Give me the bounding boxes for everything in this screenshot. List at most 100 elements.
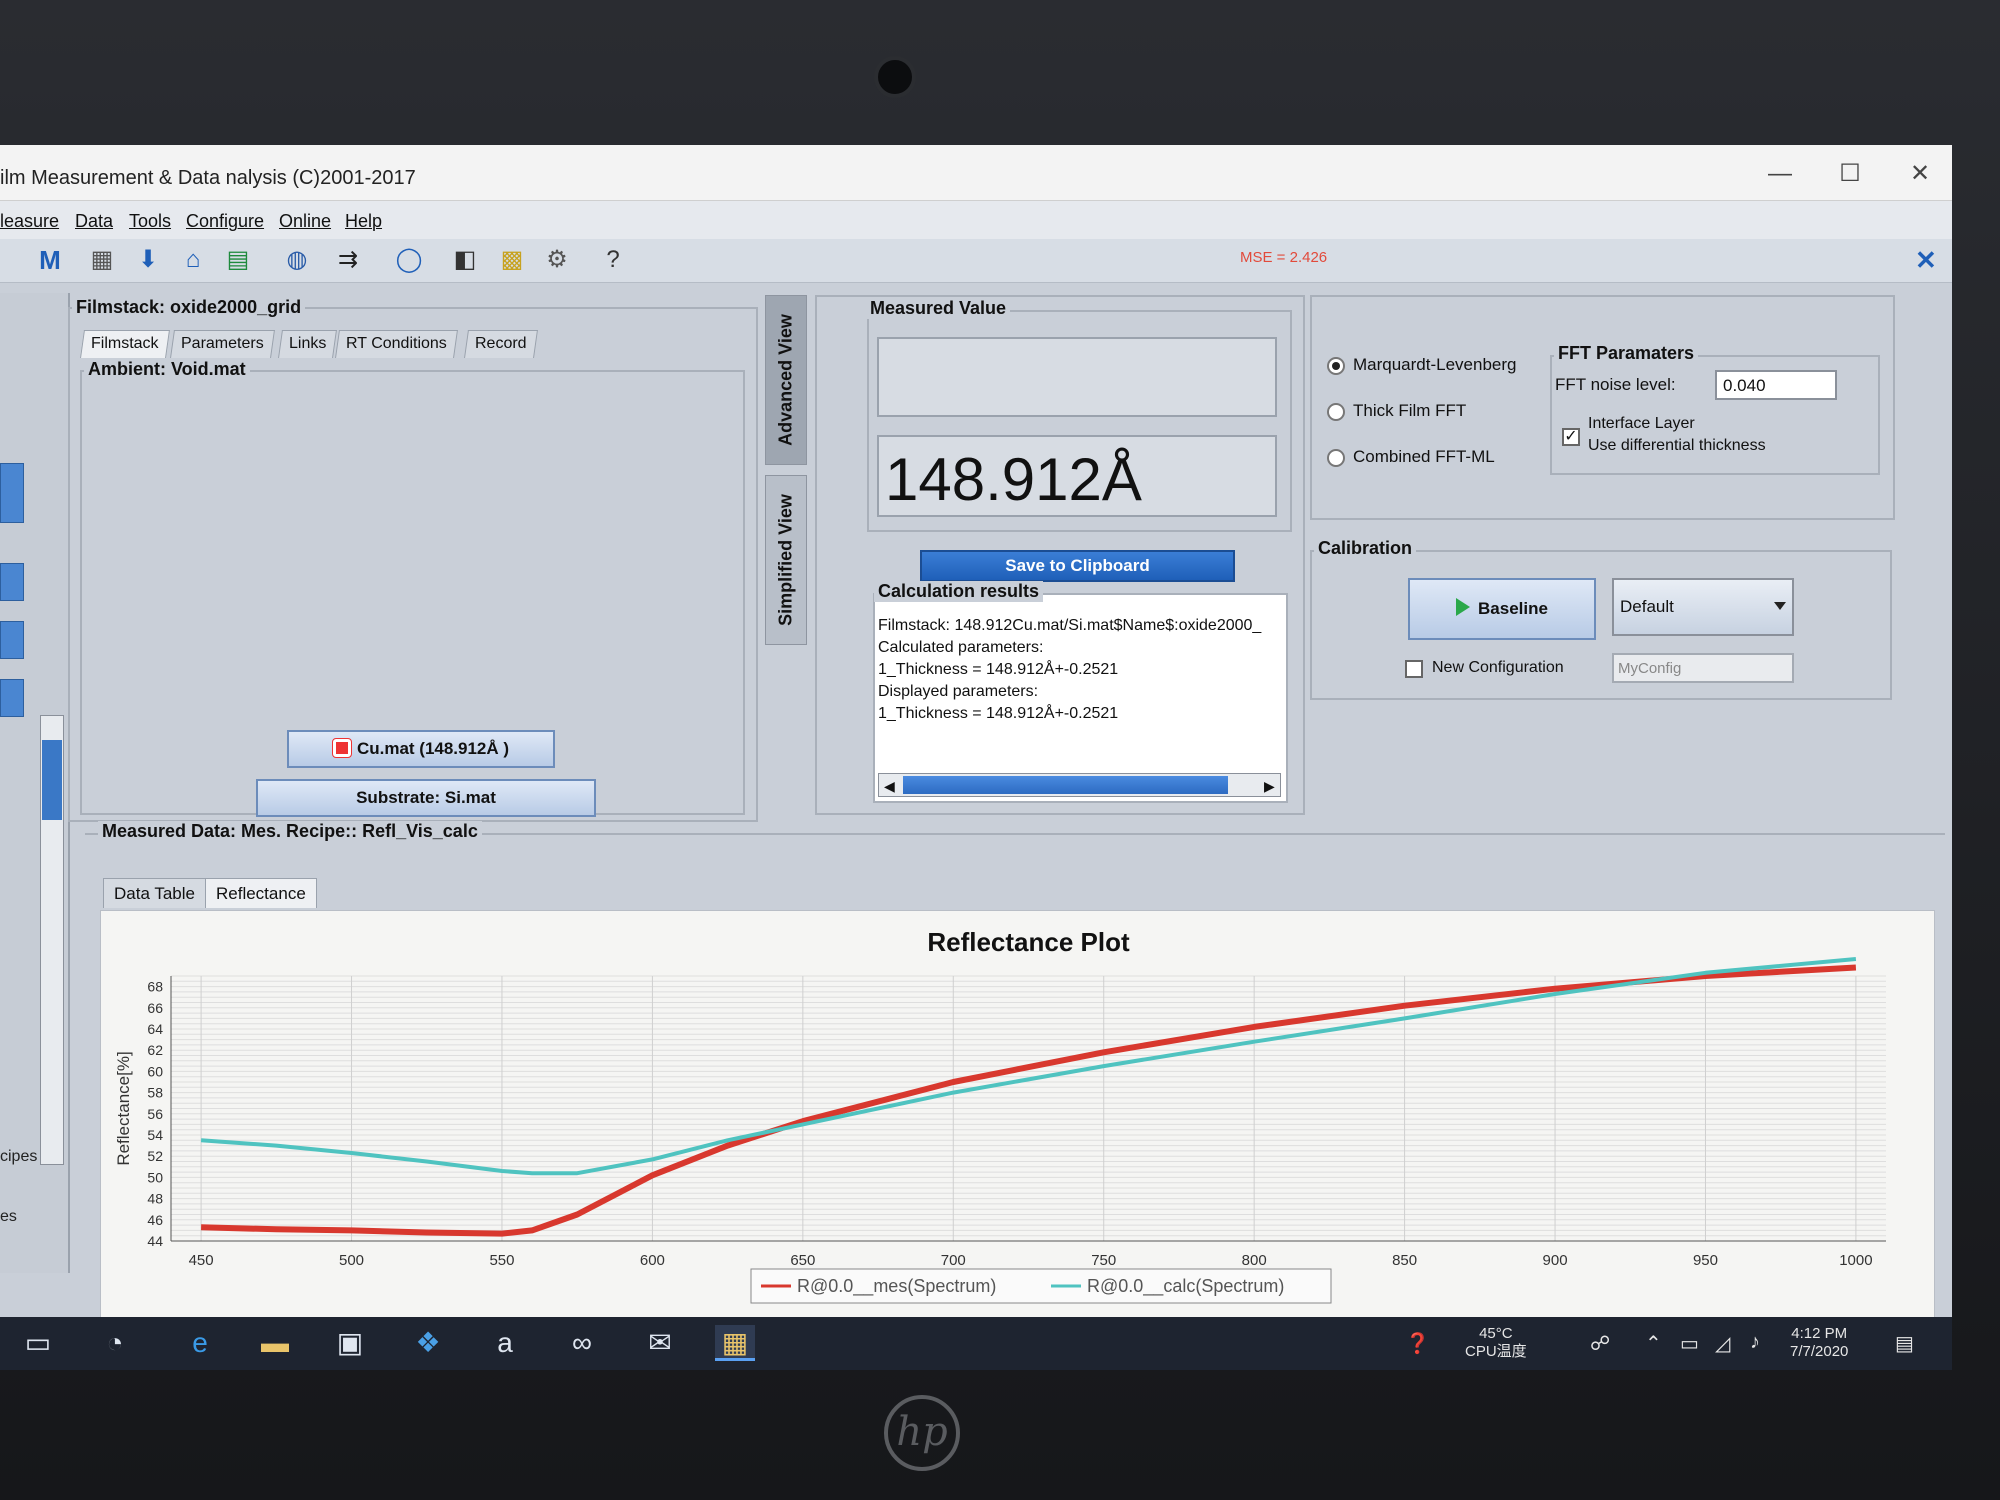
network-icon[interactable]: ◿ (1715, 1331, 1730, 1356)
tab-simplified-view[interactable]: Simplified View (765, 475, 807, 645)
grid-icon[interactable]: ▦ (87, 245, 117, 275)
substrate-button[interactable]: Substrate: Si.mat (256, 779, 596, 817)
close-panel-icon[interactable]: ✕ (1915, 245, 1937, 276)
baseline-button[interactable]: Baseline (1408, 578, 1596, 640)
screen: ilm Measurement & Data nalysis (C)2001-2… (0, 145, 1952, 1370)
globe-icon[interactable]: ◍ (282, 245, 312, 275)
left-tab-1[interactable] (0, 463, 24, 523)
calc-line: Filmstack: 148.912Cu.mat/Si.mat$Name$:ox… (878, 617, 1262, 634)
table-icon[interactable]: ▤ (223, 245, 253, 275)
tab-filmstack[interactable]: Filmstack (80, 330, 170, 358)
y-tick-label: 56 (147, 1106, 163, 1122)
x-tick-label: 650 (790, 1252, 815, 1269)
folder-icon[interactable]: ▬ (255, 1325, 295, 1361)
help-tray-icon[interactable]: ❓ (1405, 1331, 1430, 1356)
chart-title: Reflectance Plot (927, 927, 1130, 957)
y-tick-label: 54 (147, 1127, 163, 1143)
calibration-title: Calibration (1314, 538, 1417, 559)
new-configuration-checkbox[interactable] (1405, 660, 1423, 678)
fft-noise-input[interactable]: 0.040 (1715, 370, 1837, 400)
chart-icon[interactable]: ▩ (497, 245, 527, 275)
radio-label: Combined FFT-ML (1353, 447, 1495, 466)
menu-data[interactable]: Data (75, 211, 113, 232)
save-to-clipboard-button[interactable]: Save to Clipboard (920, 550, 1235, 582)
left-scroll-thumb[interactable] (42, 740, 62, 820)
tab-parameters[interactable]: Parameters (170, 330, 275, 358)
volume-icon[interactable]: ♪ (1750, 1331, 1760, 1354)
calc-line: Calculated parameters: (878, 639, 1044, 656)
tab-record[interactable]: Record (464, 330, 538, 358)
radio-marquardt[interactable] (1327, 357, 1345, 375)
clock[interactable]: 4:12 PM 7/7/2020 (1790, 1325, 1848, 1361)
tab-rt-conditions[interactable]: RT Conditions (335, 330, 458, 358)
left-tab-2[interactable] (0, 563, 24, 601)
y-axis-label: Reflectance[%] (114, 1051, 133, 1165)
notifications-icon[interactable]: ▤ (1895, 1331, 1914, 1356)
tab-data-table[interactable]: Data Table (103, 878, 206, 908)
tab-advanced-view[interactable]: Advanced View (765, 295, 807, 465)
menu-help[interactable]: Help (345, 211, 382, 232)
close-window-button[interactable]: ✕ (1900, 157, 1940, 191)
radio-label: Marquardt-Levenberg (1353, 355, 1517, 374)
layer-button-cu[interactable]: Cu.mat (148.912Å ) (287, 730, 555, 768)
edge-icon[interactable]: e (180, 1325, 220, 1361)
app-icon[interactable]: ▦ (715, 1325, 755, 1361)
y-tick-label: 48 (147, 1191, 163, 1207)
y-tick-label: 58 (147, 1085, 163, 1101)
down-arrow-icon[interactable]: ⬇ (133, 245, 163, 275)
settings-icon[interactable]: ⚙ (542, 245, 572, 275)
dropbox-icon[interactable]: ❖ (408, 1325, 448, 1361)
x-tick-label: 700 (941, 1252, 966, 1269)
left-tab-4[interactable] (0, 679, 24, 717)
chevron-down-icon[interactable] (1774, 602, 1786, 610)
y-tick-label: 46 (147, 1212, 163, 1228)
tab-reflectance[interactable]: Reflectance (205, 878, 317, 908)
home-icon[interactable]: ⌂ (178, 245, 208, 275)
left-tab-3[interactable] (0, 621, 24, 659)
radio-label: Thick Film FFT (1353, 401, 1467, 420)
legend-label: R@0.0__mes(Spectrum) (797, 1276, 996, 1297)
cortana-icon[interactable]: ◔ (95, 1325, 135, 1361)
circle-icon[interactable]: ◯ (394, 245, 424, 275)
measured-status-box (877, 337, 1277, 417)
menu-measure[interactable]: leasure (0, 211, 59, 232)
interface-layer-checkbox[interactable]: ✓ (1562, 428, 1580, 446)
chevron-up-icon[interactable]: ⌃ (1645, 1331, 1662, 1356)
infinity-icon[interactable]: ∞ (562, 1325, 602, 1361)
x-tick-label: 800 (1242, 1252, 1267, 1269)
m-icon[interactable]: M (35, 245, 65, 275)
y-tick-label: 50 (147, 1169, 163, 1185)
battery-icon[interactable]: ▭ (1680, 1331, 1699, 1356)
config-name-input[interactable]: MyConfig (1612, 653, 1794, 683)
play-icon (1456, 598, 1471, 616)
measured-value-title: Measured Value (866, 298, 1011, 319)
menu-tools[interactable]: Tools (129, 211, 171, 232)
x-tick-label: 900 (1543, 1252, 1568, 1269)
menu-configure[interactable]: Configure (186, 211, 264, 232)
people-icon[interactable]: ☍ (1590, 1331, 1610, 1356)
scroll-left-icon[interactable]: ◀ (884, 778, 895, 795)
radio-combined-fft-ml[interactable] (1327, 449, 1345, 467)
help-icon[interactable]: ? (598, 245, 628, 275)
y-tick-label: 60 (147, 1063, 163, 1079)
scroll-right-icon[interactable]: ▶ (1264, 778, 1275, 795)
minimize-button[interactable]: — (1760, 157, 1800, 191)
tab-links[interactable]: Links (278, 330, 338, 358)
camera-icon[interactable]: ◧ (450, 245, 480, 275)
fft-noise-label: FFT noise level: (1555, 375, 1676, 394)
radio-thick-film-fft[interactable] (1327, 403, 1345, 421)
left-item-es[interactable]: es (0, 1208, 17, 1226)
config-select[interactable]: Default (1612, 578, 1794, 636)
reflectance-plot: Reflectance Plot 450 500 550 600 650 700 750 800… (100, 910, 1935, 1320)
new-configuration-label: New Configuration (1432, 659, 1564, 676)
x-tick-label: 750 (1091, 1252, 1116, 1269)
task-view-icon[interactable]: ▭ (18, 1325, 58, 1361)
menu-online[interactable]: Online (279, 211, 331, 232)
left-item-recipes[interactable]: cipes (0, 1148, 37, 1166)
store-icon[interactable]: ▣ (330, 1325, 370, 1361)
amazon-icon[interactable]: a (485, 1325, 525, 1361)
mail-icon[interactable]: ✉ (640, 1325, 680, 1361)
arrows-icon[interactable]: ⇉ (333, 245, 363, 275)
calc-scroll-thumb[interactable] (903, 776, 1228, 794)
maximize-button[interactable]: ☐ (1830, 157, 1870, 191)
